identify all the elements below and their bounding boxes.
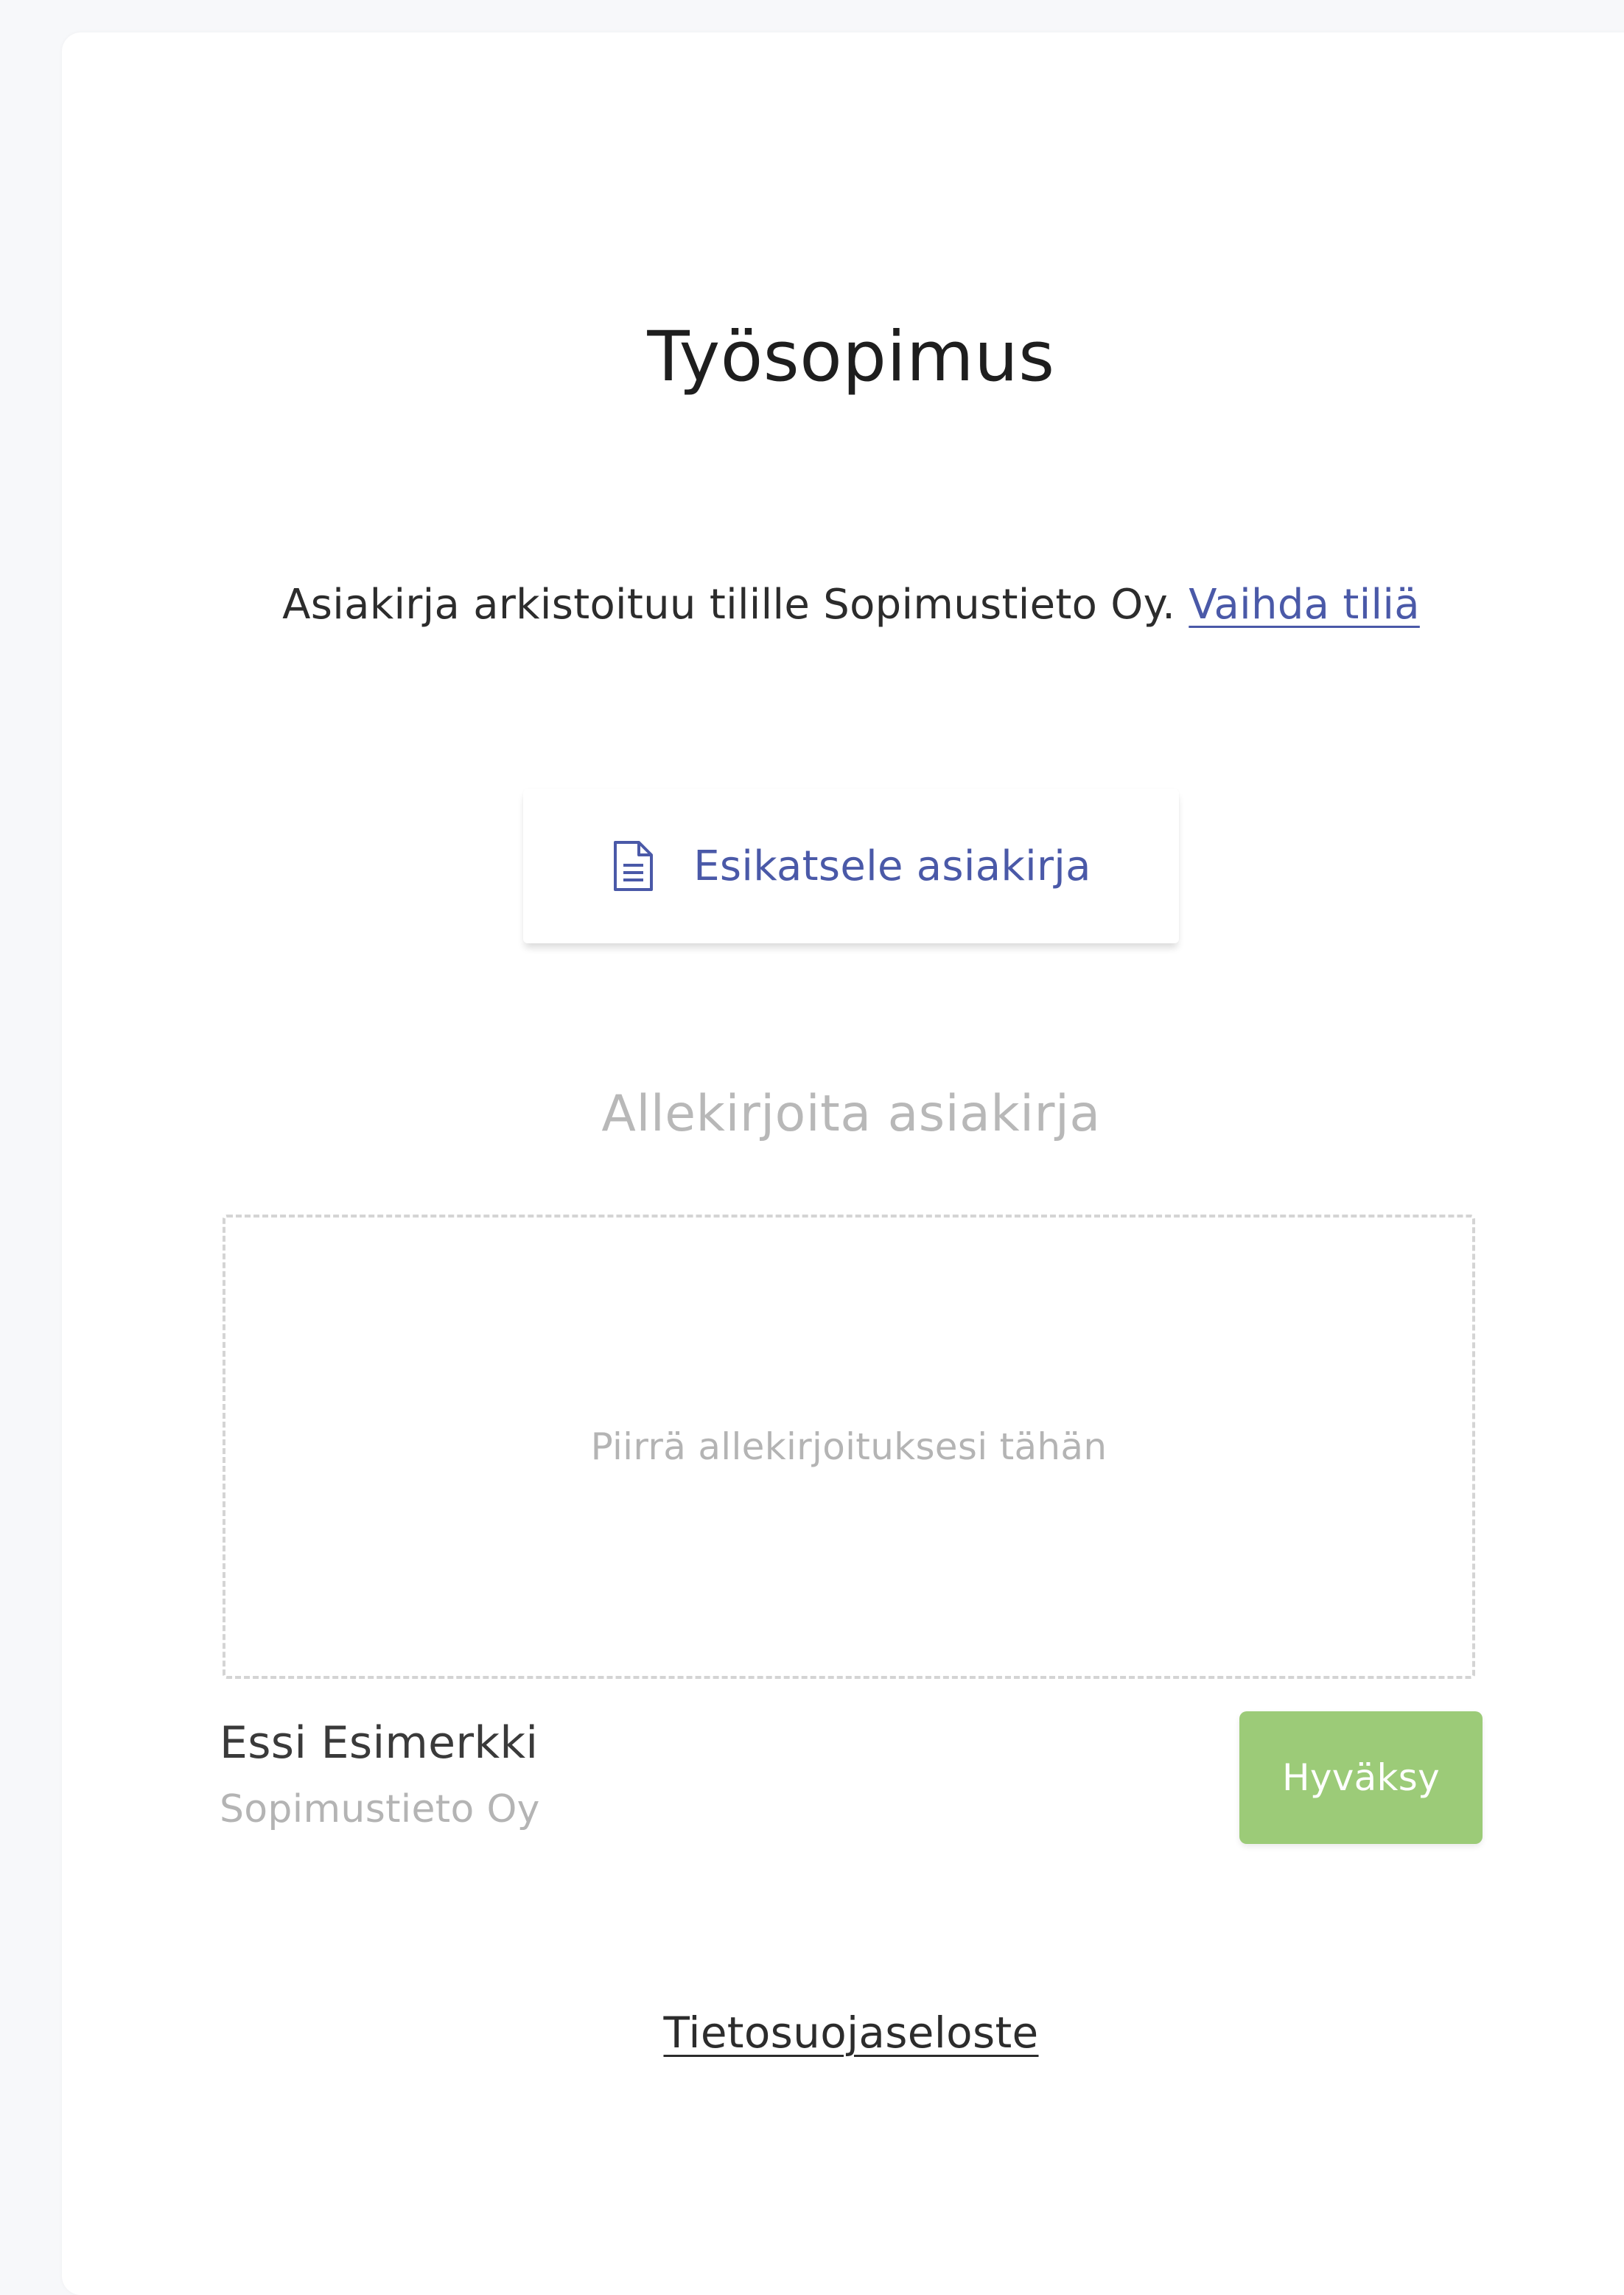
page-title: Työsopimus: [647, 317, 1055, 397]
signature-placeholder: Piirrä allekirjoituksesi tähän: [590, 1425, 1107, 1468]
preview-document-button[interactable]: Esikatsele asiakirja: [523, 789, 1179, 943]
preview-document-label: Esikatsele asiakirja: [693, 842, 1091, 890]
sign-heading: Allekirjoita asiakirja: [601, 1085, 1101, 1143]
signer-organization: Sopimustieto Oy: [220, 1787, 540, 1831]
archive-info: Asiakirja arkistoituu tilille Sopimustie…: [0, 581, 1624, 629]
privacy-policy: Tietosuojaseloste: [0, 2008, 1624, 2058]
signature-pad[interactable]: Piirrä allekirjoituksesi tähän: [223, 1215, 1475, 1679]
accept-button[interactable]: Hyväksy: [1239, 1711, 1483, 1844]
document-icon: [611, 840, 655, 892]
archive-info-text: Asiakirja arkistoituu tilille Sopimustie…: [282, 581, 1176, 629]
change-account-link[interactable]: Vaihda tiliä: [1189, 581, 1420, 629]
accept-button-label: Hyväksy: [1281, 1756, 1441, 1799]
signer-name: Essi Esimerkki: [220, 1717, 539, 1769]
privacy-policy-link[interactable]: Tietosuojaseloste: [663, 2008, 1038, 2058]
